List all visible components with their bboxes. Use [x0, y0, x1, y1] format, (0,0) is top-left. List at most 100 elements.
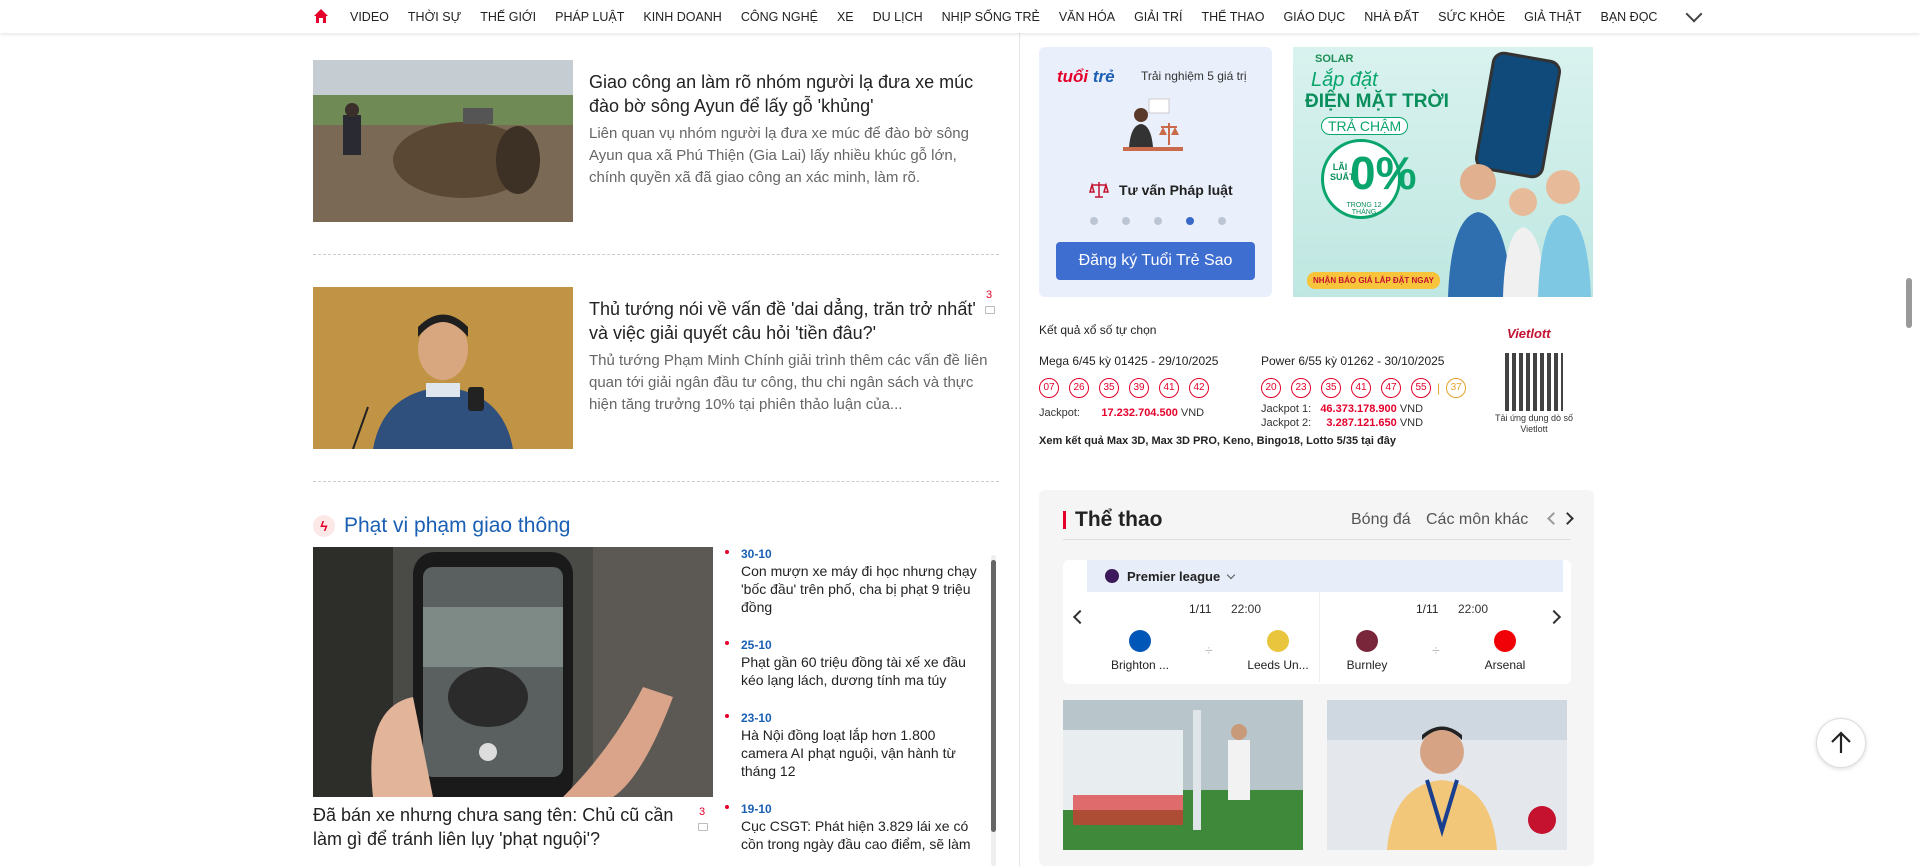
vs-separator: ÷	[1432, 642, 1440, 658]
nav-item-giao-duc[interactable]: GIÁO DỤC	[1283, 10, 1345, 24]
list-item-title[interactable]: Con mượn xe máy đi học nhưng chạy 'bốc đ…	[741, 562, 985, 616]
list-item-date: 30-10	[741, 547, 772, 561]
article-title[interactable]: Giao công an làm rõ nhóm người lạ đưa xe…	[589, 70, 979, 118]
chevron-down-icon[interactable]	[1685, 5, 1703, 22]
list-item[interactable]: 19-10 Cục CSGT: Phát hiện 3.829 lái xe c…	[725, 802, 985, 853]
match-card[interactable]: 1/11 22:00 Brighton ... ÷ Leeds Un...	[1093, 592, 1318, 682]
lottery-ball: 20	[1261, 378, 1281, 398]
team-name: Burnley	[1346, 658, 1388, 672]
jackpot-label: Jackpot 1:	[1261, 403, 1312, 415]
chevron-left-icon[interactable]	[1547, 512, 1560, 525]
lottery-ball: 39	[1129, 378, 1149, 398]
league-selector[interactable]: Premier league	[1087, 560, 1563, 592]
article-thumbnail[interactable]	[313, 287, 573, 449]
match-card[interactable]: 1/11 22:00 Burnley ÷ Arsenal	[1319, 592, 1544, 682]
power-balls: 20 23 35 41 47 55 | 37	[1261, 378, 1467, 398]
list-item-title[interactable]: Cục CSGT: Phát hiện 3.829 lái xe có cồn …	[741, 817, 985, 853]
mega-645: Mega 6/45 kỳ 01425 - 29/10/2025 07 26 35…	[1039, 354, 1218, 420]
jackpot-label: Jackpot:	[1039, 407, 1080, 419]
ad-line-3: TRẢ CHẬM	[1321, 117, 1409, 135]
nav-item-the-thao[interactable]: THỂ THAO	[1201, 10, 1264, 24]
carousel-dot[interactable]	[1090, 217, 1098, 225]
home-icon[interactable]	[313, 8, 331, 26]
jackpot-value: 17.232.704.500	[1101, 407, 1178, 419]
chevron-down-icon	[1226, 570, 1236, 579]
carousel-dot-active[interactable]	[1186, 217, 1194, 225]
comment-count[interactable]: 3	[698, 806, 708, 831]
ad-cta-button[interactable]: NHẬN BÁO GIÁ LẮP ĐẶT NGAY	[1307, 272, 1440, 289]
chevron-right-icon[interactable]	[1546, 609, 1562, 625]
match-time: 22:00	[1458, 602, 1489, 616]
nav-item-ban-doc[interactable]: BẠN ĐỌC	[1601, 10, 1658, 24]
vietlott-logo[interactable]: Vietlott	[1507, 326, 1551, 341]
sport-header: Thể thao Bóng đá Các môn khác	[1063, 508, 1574, 540]
carousel-dot[interactable]	[1218, 217, 1226, 225]
article-item[interactable]: Thủ tướng nói về vấn đề 'dai dẳng, trăn …	[313, 287, 999, 449]
sport-thumbnail[interactable]	[1327, 700, 1567, 850]
bullet-icon	[725, 550, 729, 554]
tab-cac-mon-khac[interactable]: Các môn khác	[1426, 511, 1528, 529]
register-button[interactable]: Đăng ký Tuổi Trẻ Sao	[1056, 242, 1255, 280]
nav-item-cong-nghe[interactable]: CÔNG NGHỆ	[741, 10, 818, 24]
page-scrollbar-thumb[interactable]	[1906, 278, 1912, 328]
ball-separator: |	[1437, 381, 1441, 395]
nav-item-the-gioi[interactable]: THẾ GIỚI	[480, 10, 536, 24]
list-item-date: 25-10	[741, 638, 772, 652]
list-scrollbar-thumb[interactable]	[991, 560, 996, 832]
power-jackpot-2: Jackpot 2: 3.287.121.650 VND	[1261, 416, 1466, 430]
nav-item-giai-tri[interactable]: GIẢI TRÍ	[1134, 10, 1182, 24]
nav-item-nha-dat[interactable]: NHÀ ĐẤT	[1364, 10, 1419, 24]
team-crest-icon	[1356, 630, 1378, 652]
comment-count-value: 3	[699, 806, 706, 818]
lottery-results: Kết quả xổ số tự chọn Vietlott Mega 6/45…	[1039, 323, 1594, 447]
tuoi-tre-logo[interactable]: tuổi trẻ	[1057, 67, 1115, 87]
qr-label: Tải ứng dụng dò số Vietlott	[1494, 413, 1574, 434]
section-title[interactable]: Phạt vi phạm giao thông	[344, 514, 571, 538]
lottery-ball: 35	[1321, 378, 1341, 398]
lottery-ball: 07	[1039, 378, 1059, 398]
nav-item-thoi-su[interactable]: THỜI SỰ	[408, 10, 461, 24]
lawyer-illustration	[1119, 97, 1189, 162]
divider	[313, 254, 999, 255]
list-item-title[interactable]: Hà Nội đồng loạt lắp hơn 1.800 camera AI…	[741, 726, 985, 780]
article-item[interactable]: Giao công an làm rõ nhóm người lạ đưa xe…	[313, 60, 999, 222]
nav-item-phap-luat[interactable]: PHÁP LUẬT	[555, 10, 624, 24]
list-item[interactable]: 25-10 Phạt gần 60 triệu đồng tài xế xe đ…	[725, 638, 985, 689]
nav-item-du-lich[interactable]: DU LỊCH	[873, 10, 923, 24]
promo-tagline: Trải nghiệm 5 giá trị	[1141, 69, 1247, 83]
tab-bong-da[interactable]: Bóng đá	[1351, 511, 1411, 529]
nav-item-kinh-doanh[interactable]: KINH DOANH	[643, 10, 721, 24]
comment-count[interactable]: 3	[985, 289, 995, 314]
nav-item-suc-khoe[interactable]: SỨC KHỎE	[1438, 10, 1505, 24]
article-thumbnail[interactable]	[313, 60, 573, 222]
carousel-dot[interactable]	[1154, 217, 1162, 225]
nav-item-xe[interactable]: XE	[837, 10, 854, 24]
ad-rate-label: LÃI SUẤT	[1330, 162, 1355, 182]
divider	[313, 481, 999, 482]
qr-code[interactable]	[1505, 353, 1563, 411]
section-header[interactable]: ϟ Phạt vi phạm giao thông	[313, 514, 571, 538]
team-name: Arsenal	[1484, 658, 1526, 672]
list-item-title[interactable]: Phạt gần 60 triệu đồng tài xế xe đầu kéo…	[741, 653, 985, 689]
chevron-right-icon[interactable]	[1561, 512, 1574, 525]
sport-title[interactable]: Thể thao	[1075, 508, 1163, 532]
nav-item-nhip-song-tre[interactable]: NHỊP SỐNG TRẺ	[942, 10, 1040, 24]
list-item[interactable]: 30-10 Con mượn xe máy đi học nhưng chạy …	[725, 547, 985, 616]
lottery-ball: 42	[1189, 378, 1209, 398]
power-title: Power 6/55 kỳ 01262 - 30/10/2025	[1261, 354, 1445, 368]
scroll-to-top-button[interactable]	[1816, 718, 1866, 768]
feature-title[interactable]: Đã bán xe nhưng chưa sang tên: Chủ cũ cầ…	[313, 803, 703, 851]
lottery-more-link[interactable]: Xem kết quả Max 3D, Max 3D PRO, Keno, Bi…	[1039, 435, 1396, 447]
nav-item-van-hoa[interactable]: VĂN HÓA	[1059, 10, 1115, 24]
carousel-dot[interactable]	[1122, 217, 1130, 225]
list-item[interactable]: 23-10 Hà Nội đồng loạt lắp hơn 1.800 cam…	[725, 711, 985, 780]
ad-rate-sub: TRONG 12 THÁNG	[1346, 202, 1382, 216]
solar-advertisement[interactable]: SOLAR Lắp đặt ĐIỆN MẶT TRỜI TRẢ CHẬM LÃI…	[1293, 47, 1593, 297]
sport-thumbnail[interactable]	[1063, 700, 1303, 850]
feature-image[interactable]	[313, 547, 713, 797]
chevron-left-icon[interactable]	[1072, 609, 1088, 625]
nav-item-video[interactable]: VIDEO	[350, 10, 389, 24]
service-label[interactable]: Tư vấn Pháp luật	[1089, 181, 1233, 199]
nav-item-gia-that[interactable]: GIẢ THẬT	[1524, 10, 1581, 24]
article-title[interactable]: Thủ tướng nói về vấn đề 'dai dẳng, trăn …	[589, 297, 979, 345]
